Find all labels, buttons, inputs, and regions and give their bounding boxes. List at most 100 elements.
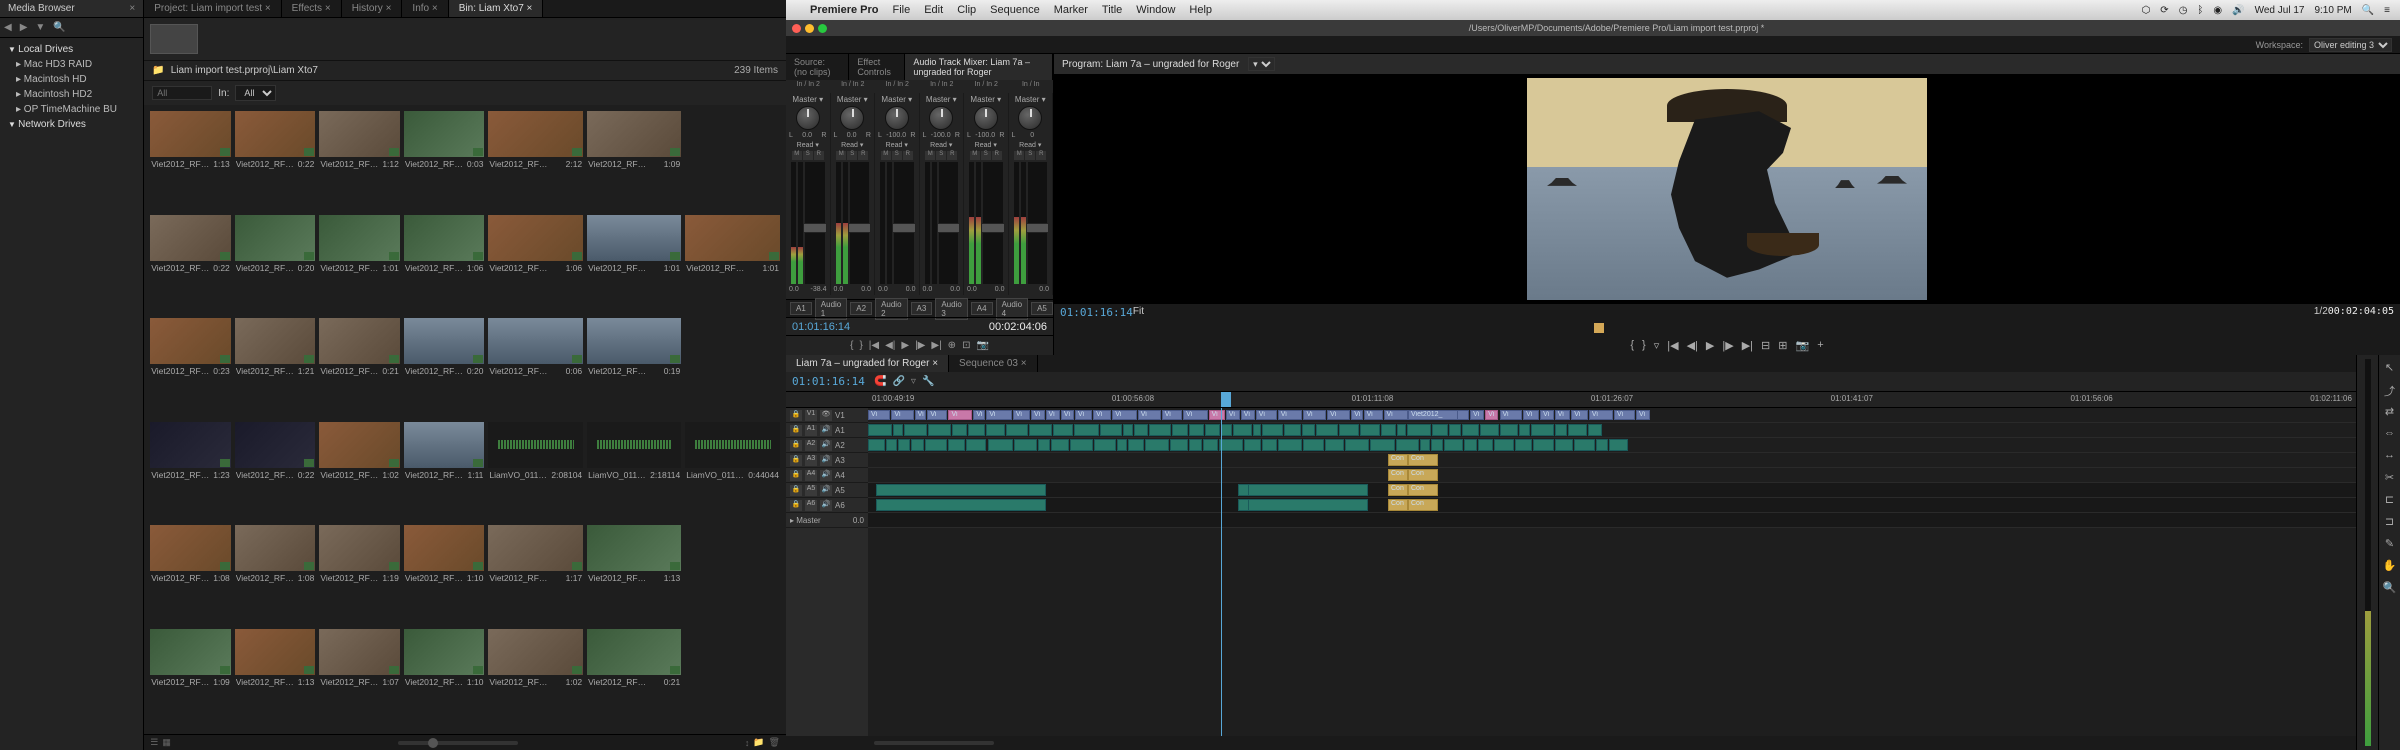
- track-assign-button[interactable]: A4: [971, 302, 993, 315]
- timeline-clip[interactable]: [1609, 439, 1627, 451]
- menu-item[interactable]: Clip: [957, 4, 976, 16]
- timeline-clip[interactable]: [1203, 439, 1217, 451]
- clip-item[interactable]: LiamVO_011713_T190:44044: [685, 422, 780, 522]
- timeline-clip[interactable]: Vi: [1351, 410, 1362, 420]
- extract-icon[interactable]: ⊞: [1778, 339, 1787, 352]
- timeline-clip[interactable]: [1381, 424, 1396, 436]
- clip-item[interactable]: Viet2012_RFBC06741:19: [319, 525, 400, 625]
- mute-button[interactable]: M: [881, 151, 891, 160]
- timeline-clip[interactable]: Vi: [915, 410, 927, 420]
- channel-name[interactable]: Master ▾: [792, 95, 823, 104]
- timeline-ruler[interactable]: 01:00:49:1901:00:56:0801:01:11:0801:01:2…: [786, 392, 2356, 408]
- timeline-clip[interactable]: [1533, 439, 1554, 451]
- timeline-clip[interactable]: [1515, 439, 1533, 451]
- zoom-tool-icon[interactable]: 🔍: [2382, 581, 2398, 597]
- track-lane[interactable]: ConCon: [868, 468, 2356, 483]
- timeline-clip[interactable]: Vi: [1636, 410, 1650, 420]
- timeline-clip[interactable]: [1205, 424, 1220, 436]
- track-header[interactable]: 🔒A1🔊A1: [786, 423, 868, 438]
- clip-item[interactable]: Viet2012_RFBC05741:06: [488, 215, 583, 315]
- new-bin-icon[interactable]: 📁: [753, 737, 764, 748]
- step-fwd-icon[interactable]: |▶: [1722, 339, 1733, 352]
- timeline-clip[interactable]: [904, 424, 928, 436]
- record-button[interactable]: R: [858, 151, 868, 160]
- timeline-clip[interactable]: [1432, 424, 1447, 436]
- timeline-clip[interactable]: Vi: [1013, 410, 1030, 420]
- timeline-clip[interactable]: [966, 439, 986, 451]
- automation-mode[interactable]: Read ▾: [797, 141, 819, 149]
- mark-in-icon[interactable]: {: [850, 340, 853, 351]
- pan-knob[interactable]: [1018, 106, 1042, 130]
- timeline-clip[interactable]: Vi: [1031, 410, 1044, 420]
- workspace-dropdown[interactable]: Oliver editing 3: [2309, 38, 2392, 52]
- channel-fader[interactable]: [805, 162, 825, 284]
- sync-icon[interactable]: ⟳: [2160, 5, 2168, 16]
- selection-tool-icon[interactable]: ↖: [2382, 361, 2398, 377]
- track-lane[interactable]: ConCon: [868, 483, 2356, 498]
- clip-item[interactable]: Viet2012_RFBC06981:08: [235, 525, 316, 625]
- timeline-clip[interactable]: [911, 439, 924, 451]
- program-res[interactable]: 1/2: [2314, 306, 2328, 319]
- timeline-clip[interactable]: [1464, 439, 1477, 451]
- timeline-clip[interactable]: Vi: [1075, 410, 1092, 420]
- clip-item[interactable]: Viet2012_RFBC05970:23: [150, 318, 231, 418]
- timeline-clip[interactable]: [1189, 424, 1203, 436]
- track-header[interactable]: 🔒A5🔊A5: [786, 483, 868, 498]
- playhead[interactable]: [1221, 408, 1222, 736]
- track-toggle[interactable]: V1: [805, 410, 817, 421]
- track-toggle[interactable]: A1: [805, 425, 817, 436]
- timeline-clip[interactable]: [1397, 424, 1407, 436]
- timeline-clip[interactable]: [1100, 424, 1122, 436]
- timeline-clip[interactable]: [1478, 439, 1493, 451]
- timeline-clip[interactable]: Vi: [1303, 410, 1326, 420]
- timeline-clip[interactable]: [1555, 439, 1574, 451]
- track-assign-button[interactable]: A1: [790, 302, 812, 315]
- timeline-clip[interactable]: [1444, 439, 1463, 451]
- track-toggle[interactable]: A4: [805, 470, 817, 481]
- automation-mode[interactable]: Read ▾: [930, 141, 952, 149]
- timeline-clip[interactable]: Vi: [1555, 410, 1570, 420]
- timeline-clip[interactable]: Vi: [1112, 410, 1136, 420]
- timeline-clip[interactable]: [1596, 439, 1608, 451]
- timeline-clip[interactable]: Vi: [891, 410, 913, 420]
- channel-fader[interactable]: [894, 162, 914, 284]
- timeline-clip[interactable]: Vi: [1470, 410, 1484, 420]
- local-drives-header[interactable]: Local Drives: [0, 42, 143, 57]
- timeline-clip[interactable]: [1172, 424, 1188, 436]
- track-lane[interactable]: [868, 423, 2356, 438]
- track-header[interactable]: 🔒A2🔊A2: [786, 438, 868, 453]
- forward-icon[interactable]: ▶: [20, 22, 28, 33]
- timeline-clip[interactable]: [1303, 439, 1324, 451]
- timeline-clip[interactable]: [1480, 424, 1499, 436]
- timeline-clip[interactable]: [1189, 439, 1202, 451]
- timeline-clip[interactable]: [1407, 424, 1431, 436]
- overwrite-icon[interactable]: ⊡: [962, 340, 970, 351]
- clip-item[interactable]: Viet2012_RFBC05580:20: [235, 215, 316, 315]
- timeline-clip[interactable]: Vi: [1093, 410, 1111, 420]
- delete-icon[interactable]: 🗑: [769, 737, 780, 748]
- channel-fader[interactable]: [1028, 162, 1048, 284]
- timeline-clip[interactable]: Vi: [1241, 410, 1255, 420]
- menu-item[interactable]: Sequence: [990, 4, 1040, 16]
- volume-icon[interactable]: 🔊: [2232, 5, 2244, 16]
- timeline-clip[interactable]: [1420, 439, 1430, 451]
- search-input[interactable]: [152, 86, 212, 100]
- time-label[interactable]: 9:10 PM: [2314, 5, 2351, 16]
- rolling-tool-icon[interactable]: ⇔: [2382, 427, 2398, 443]
- timeline-clip[interactable]: Viet2012_: [1408, 410, 1458, 420]
- timeline-clip[interactable]: Vi: [1540, 410, 1554, 420]
- goto-in-icon[interactable]: |◀: [1667, 339, 1678, 352]
- record-button[interactable]: R: [814, 151, 824, 160]
- clip-item[interactable]: LiamVO_011713_T192:18114: [587, 422, 681, 522]
- play-icon[interactable]: ▶: [1706, 339, 1714, 352]
- timeline-clip[interactable]: Vi: [1571, 410, 1588, 420]
- timeline-clip[interactable]: [898, 439, 910, 451]
- step-back-icon[interactable]: ◀|: [1687, 339, 1698, 352]
- goto-out-icon[interactable]: ▶|: [1742, 339, 1753, 352]
- channel-fader[interactable]: [983, 162, 1003, 284]
- timeline-clip[interactable]: [1519, 424, 1530, 436]
- timeline-clip[interactable]: [1494, 439, 1514, 451]
- timeline-clip[interactable]: [1278, 439, 1302, 451]
- timeline-clip[interactable]: [1568, 424, 1586, 436]
- clip-item[interactable]: Viet2012_RFBC05030:03: [404, 111, 485, 211]
